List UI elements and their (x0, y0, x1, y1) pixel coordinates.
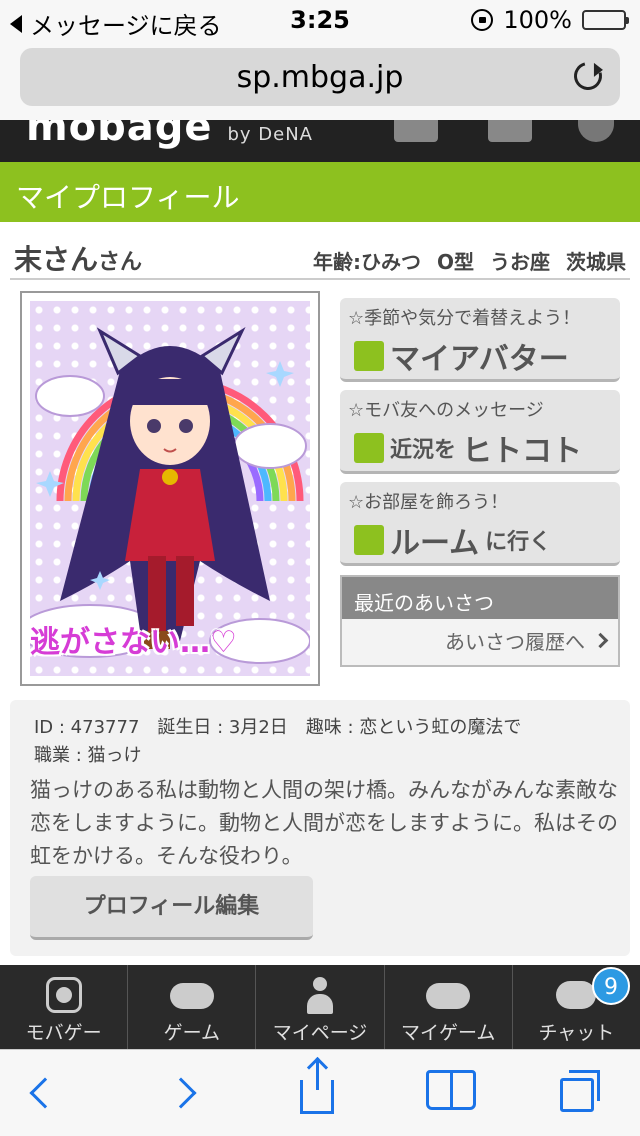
nav-mypage[interactable]: マイページ (256, 965, 385, 1049)
nav-mygame[interactable]: マイゲーム (385, 965, 513, 1049)
nav-mygame-label: マイゲーム (400, 1022, 496, 1044)
avatar-image: 逃がさない…♡ (30, 301, 310, 676)
chat-icon (556, 981, 597, 1009)
nav-chat[interactable]: 9 チャット (513, 965, 640, 1049)
pencil-icon (354, 433, 384, 463)
profile-facts: ID : 473777 誕生日 : 3月2日 趣味 : 恋という虹の魔法で 職業 :… (34, 714, 614, 770)
greetings-history-link[interactable]: あいさつ履歴へ (445, 626, 609, 655)
gamepad-icon (169, 983, 214, 1009)
avatar-caption: 逃がさない…♡ (30, 625, 237, 660)
comment-icon[interactable] (488, 120, 532, 142)
rotation-lock-icon (471, 9, 494, 31)
browser-forward-icon[interactable] (165, 1077, 197, 1109)
mobage-icon (45, 977, 82, 1013)
browser-back-icon[interactable] (29, 1077, 61, 1109)
mobage-logo[interactable]: mobage by DeNA (26, 120, 313, 150)
user-id: ID : 473777 (34, 717, 140, 738)
chevron-right-icon (592, 632, 609, 649)
hitokoto-button[interactable]: ☆モバ友へのメッセージ 近況を ヒトコト (340, 390, 620, 474)
status-right: 100% (471, 6, 629, 34)
nav-game[interactable]: ゲーム (128, 965, 257, 1049)
tshirt-icon (354, 341, 384, 371)
age: 年齢:ひみつ (312, 250, 421, 274)
nav-chat-label: チャット (538, 1022, 615, 1044)
edit-profile-button[interactable]: プロフィール編集 (30, 876, 313, 940)
room-suffix: に行く (485, 530, 552, 555)
status-bar: メッセージに戻る 3:25 100% (0, 0, 640, 40)
room-button[interactable]: ☆お部屋を飾ろう！ ルーム に行く (340, 482, 620, 566)
my-avatar-tagline: ☆季節や気分で着替えよう！ (348, 308, 581, 329)
share-icon[interactable] (300, 1060, 334, 1114)
room-label: ルーム (390, 526, 480, 561)
hitokoto-label: ヒトコト (462, 434, 583, 469)
profile-name: 末さんさん (14, 243, 143, 276)
zodiac: うお座 (490, 250, 550, 274)
safari-toolbar (0, 1049, 640, 1136)
mobage-header: mobage by DeNA (0, 120, 640, 162)
chat-badge: 9 (592, 967, 631, 1005)
message-icon[interactable] (394, 120, 438, 142)
search-icon[interactable] (578, 120, 614, 142)
recent-greetings: 最近のあいさつ あいさつ履歴へ (340, 575, 620, 667)
url-text: sp.mbga.jp (236, 60, 404, 95)
battery-percent: 100% (503, 6, 572, 34)
bookmarks-icon[interactable] (426, 1070, 476, 1110)
room-tagline: ☆お部屋を飾ろう！ (348, 492, 509, 513)
address-bar[interactable]: sp.mbga.jp (20, 48, 620, 106)
hitokoto-tagline: ☆モバ友へのメッセージ (348, 400, 544, 421)
nav-mypage-label: マイページ (272, 1022, 368, 1044)
greetings-history-label: あいさつ履歴へ (445, 630, 585, 654)
mobage-bottom-nav: モバゲー ゲーム マイページ マイゲーム 9 チャット (0, 965, 640, 1049)
battery-icon (582, 10, 629, 30)
tabs-icon[interactable] (560, 1070, 600, 1112)
greetings-header: 最近のあいさつ (342, 577, 618, 619)
door-icon (354, 525, 384, 555)
hobby: 趣味 : 恋という虹の魔法で (305, 717, 522, 738)
hitokoto-prefix: 近況を (390, 438, 457, 463)
profile-meta: 年齢:ひみつ O型 うお座 茨城県 (313, 246, 626, 275)
my-avatar-button[interactable]: ☆季節や気分で着替えよう！ マイアバター (340, 298, 620, 382)
browser-address-area: sp.mbga.jp (0, 40, 640, 120)
birthday: 誕生日 : 3月2日 (157, 717, 288, 738)
profile-bio: 猫っけのある私は動物と人間の架け橋。みんながみんな素敵な恋をしますように。動物と… (30, 778, 618, 868)
avatar-frame[interactable]: 逃がさない…♡ (20, 291, 320, 686)
my-avatar-label: マイアバター (390, 342, 569, 377)
page-title: マイプロフィール (16, 181, 240, 214)
profile-name-row: 末さんさん 年齢:ひみつ O型 うお座 茨城県 (10, 232, 630, 280)
nav-mobage[interactable]: モバゲー (0, 965, 129, 1049)
nav-game-label: ゲーム (163, 1022, 221, 1044)
blood-type: O型 (436, 250, 474, 274)
prefecture: 茨城県 (566, 250, 626, 274)
job: 職業 : 猫っけ (34, 745, 142, 766)
page-title-bar: マイプロフィール (0, 162, 640, 222)
person-icon (302, 977, 338, 1015)
profile-details: ID : 473777 誕生日 : 3月2日 趣味 : 恋という虹の魔法で 職業 :… (10, 700, 630, 956)
gamepad-person-icon (426, 983, 471, 1009)
nav-mobage-label: モバゲー (25, 1022, 102, 1044)
